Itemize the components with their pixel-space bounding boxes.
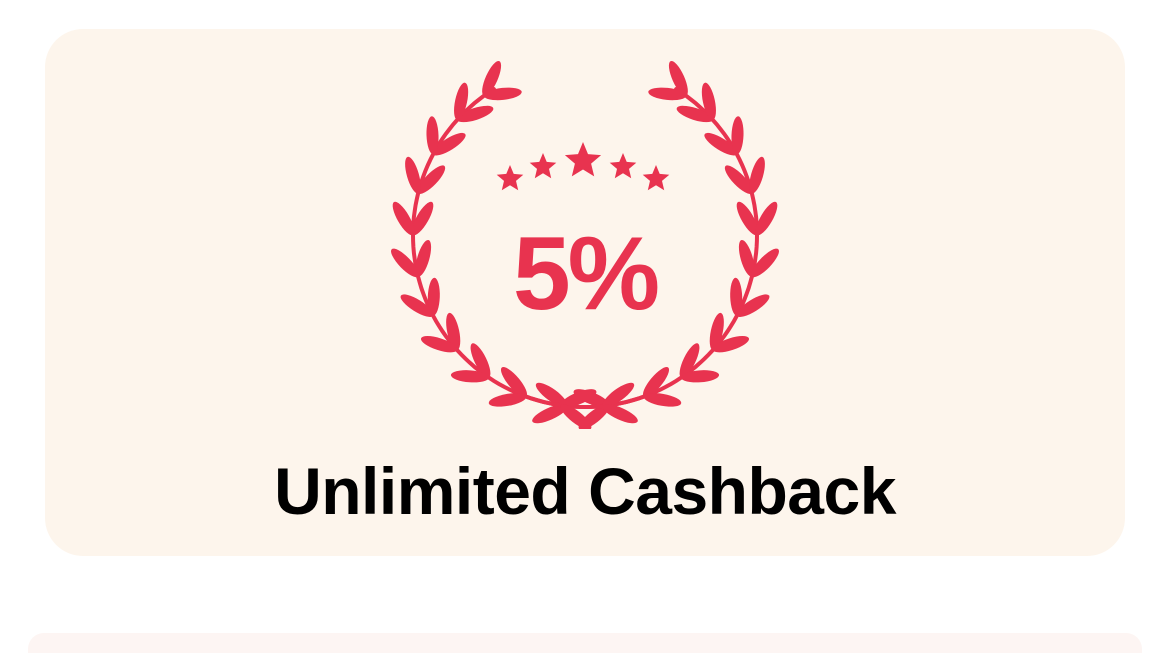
laurel-leaf <box>731 116 744 155</box>
laurel-left-branch <box>391 60 646 429</box>
benefit-title: Unlimited Cashback <box>274 454 896 528</box>
laurel-stem <box>524 87 760 410</box>
laurel-stem <box>410 87 646 410</box>
star-icon <box>564 142 602 177</box>
cashback-badge: 5% <box>385 57 785 429</box>
laurel-right-branch <box>524 60 779 429</box>
rating-stars <box>496 142 670 191</box>
benefit-card: 5% Unlimited Cashback <box>45 29 1125 556</box>
laurel-wreath-icon <box>391 60 779 429</box>
star-icon <box>529 153 557 179</box>
star-icon <box>642 165 670 191</box>
star-icon <box>496 165 524 191</box>
star-icon <box>609 153 637 179</box>
laurel-leaf <box>426 116 439 155</box>
next-card-edge <box>28 633 1142 653</box>
